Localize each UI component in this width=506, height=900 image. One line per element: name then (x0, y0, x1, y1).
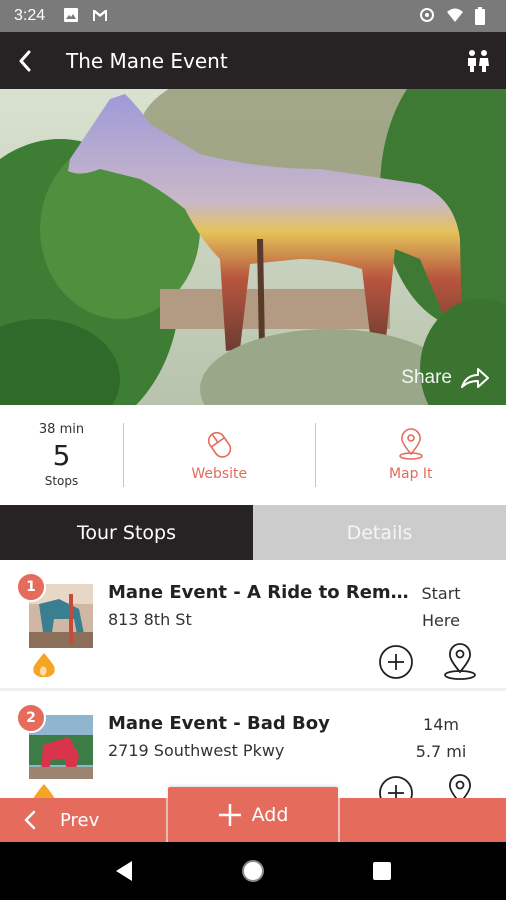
square-recents-icon (372, 862, 391, 880)
share-label: Share (401, 367, 452, 388)
prev-button[interactable]: Prev (0, 798, 166, 842)
list-item[interactable]: 2 Mane Event - Bad Boy 2719 Southwest Pk… (0, 691, 506, 798)
nav-home-button[interactable] (233, 851, 273, 891)
tour-stats: 38 min 5 Stops Website Map It (0, 405, 506, 505)
share-icon (461, 368, 489, 388)
stop-number-badge: 2 (16, 703, 46, 733)
stop-address: 813 8th St (108, 610, 192, 629)
nav-recents-button[interactable] (362, 851, 402, 891)
nav-back-button[interactable] (104, 851, 144, 891)
stop-meta-line2: 5.7 mi (415, 742, 467, 761)
map-pin-icon (449, 774, 471, 798)
vibrate-icon (418, 7, 436, 25)
stop-number-badge: 1 (16, 572, 46, 602)
tour-stops-list: 1 Mane Event - A Ride to Reme... 813 8th… (0, 560, 506, 798)
navigate-button[interactable] (442, 773, 478, 798)
divider (338, 798, 340, 842)
status-time: 3:24 (14, 7, 46, 24)
list-item[interactable]: 1 Mane Event - A Ride to Reme... 813 8th… (0, 560, 506, 688)
map-pin-icon (398, 428, 423, 460)
add-stop-button[interactable] (378, 775, 414, 798)
system-nav-bar (0, 842, 506, 900)
app-bar: The Mane Event (0, 32, 506, 89)
image-notification-icon (63, 7, 81, 25)
plus-circle-icon (379, 776, 413, 798)
stop-address: 2719 Southwest Pkwy (108, 741, 285, 760)
mouse-click-icon (208, 431, 232, 458)
triangle-back-icon (116, 861, 133, 881)
add-label: Add (251, 803, 289, 826)
gmail-notification-icon (91, 7, 109, 25)
battery-icon (474, 7, 492, 25)
page-title: The Mane Event (66, 48, 228, 73)
chevron-left-icon (24, 810, 36, 830)
family-mode-button[interactable] (450, 32, 506, 89)
map-pin-icon (444, 643, 476, 680)
action-bar: Prev Add (0, 787, 506, 842)
tab-tour-stops[interactable]: Tour Stops (0, 505, 253, 560)
stop-distance: 14m 5.7 mi (406, 711, 476, 765)
share-button[interactable]: Share (401, 367, 490, 389)
prev-label: Prev (60, 809, 100, 831)
website-button[interactable]: Website (124, 405, 315, 505)
stop-meta-line1: Start (421, 584, 461, 603)
back-button[interactable] (0, 32, 50, 89)
tab-bar: Tour Stops Details (0, 505, 506, 560)
stop-meta-line1: 14m (423, 715, 459, 734)
flame-icon (30, 783, 58, 798)
stop-distance: Start Here (406, 580, 476, 634)
circle-home-icon (241, 860, 264, 882)
add-stop-button[interactable] (378, 644, 414, 680)
tab-details[interactable]: Details (253, 505, 506, 560)
back-arrow-icon (19, 50, 31, 71)
stop-title: Mane Event - A Ride to Reme... (108, 582, 413, 603)
stop-count-value: 5 (52, 439, 71, 472)
map-it-button[interactable]: Map It (316, 405, 506, 505)
hero-image: Share (0, 89, 506, 405)
stop-title: Mane Event - Bad Boy (108, 713, 330, 734)
family-icon (468, 49, 489, 72)
stop-count: 38 min 5 Stops (0, 405, 123, 505)
flame-icon (30, 652, 58, 678)
stops-label: Stops (44, 474, 79, 488)
map-it-label: Map It (388, 466, 433, 482)
website-label: Website (191, 466, 248, 482)
status-bar: 3:24 (0, 0, 506, 32)
plus-circle-icon (379, 645, 413, 679)
plus-icon (218, 803, 241, 826)
navigate-button[interactable] (442, 642, 478, 682)
add-button[interactable]: Add (168, 787, 338, 842)
wifi-icon (446, 7, 464, 25)
stop-meta-line2: Here (422, 611, 460, 630)
tour-duration: 38 min (38, 422, 85, 437)
